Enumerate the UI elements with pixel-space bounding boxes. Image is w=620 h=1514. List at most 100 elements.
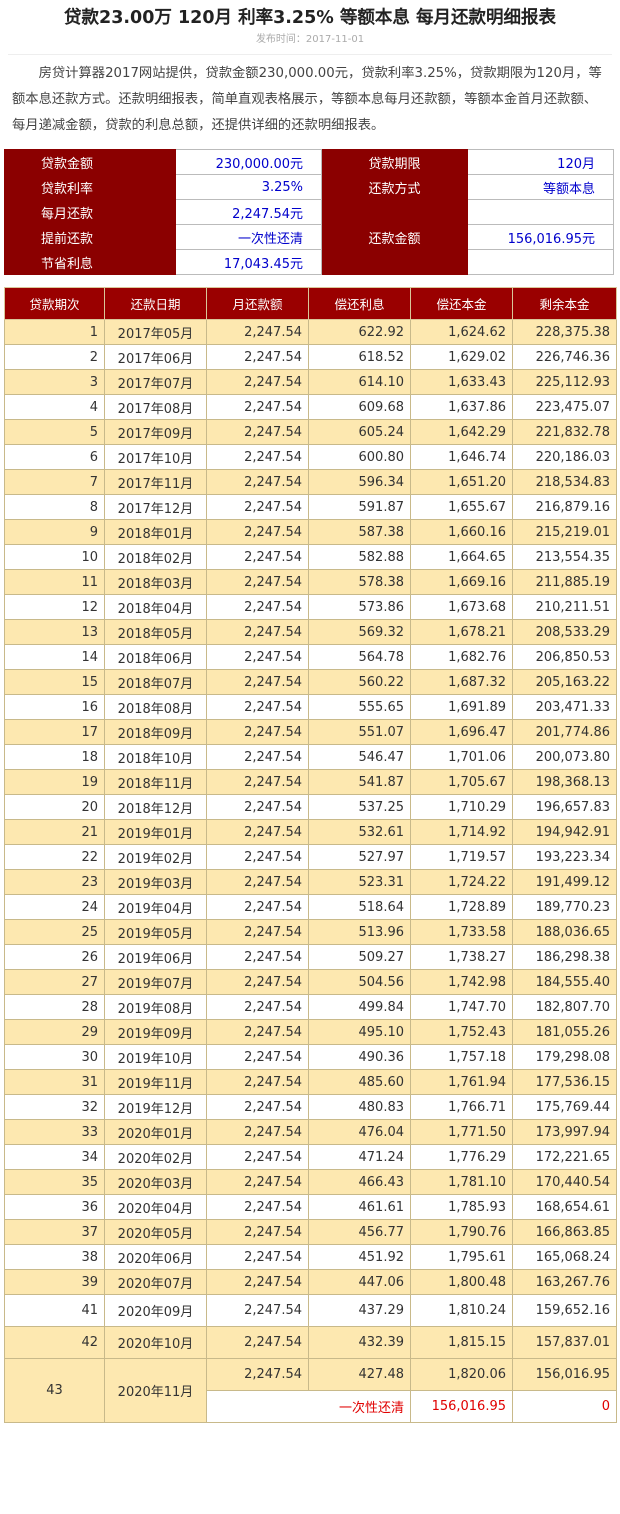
cell-date: 2020年04月	[104, 1194, 207, 1220]
cell-payment: 2,247.54	[206, 1244, 309, 1270]
table-row: 5 2017年09月 2,247.54 605.24 1,642.29 221,832.7…	[4, 419, 617, 445]
cell-remaining: 216,879.16	[512, 494, 617, 520]
cell-date: 2018年05月	[104, 619, 207, 645]
table-row: 36 2020年04月 2,247.54 461.61 1,785.93 168,654.…	[4, 1194, 617, 1220]
cell-interest: 523.31	[308, 869, 411, 895]
cell-principal: 1,795.61	[410, 1244, 513, 1270]
cell-interest: 596.34	[308, 469, 411, 495]
cell-remaining: 157,837.01	[512, 1326, 617, 1359]
blank-value-cell	[467, 199, 614, 225]
cell-remaining: 198,368.13	[512, 769, 617, 795]
cell-payment: 2,247.54	[206, 669, 309, 695]
cell-interest: 532.61	[308, 819, 411, 845]
summary-row: 贷款利率 3.25% 还款方式 等额本息	[4, 174, 614, 200]
cell-date: 2019年04月	[104, 894, 207, 920]
table-row: 38 2020年06月 2,247.54 451.92 1,795.61 165,068.…	[4, 1244, 617, 1270]
monthly-label: 每月还款	[4, 199, 176, 225]
summary-row: 贷款金额 230,000.00元 贷款期限 120月	[4, 149, 614, 175]
cell-principal: 1,624.62	[410, 319, 513, 345]
table-row: 32 2019年12月 2,247.54 480.83 1,766.71 175,769.…	[4, 1094, 617, 1120]
cell-principal: 1,701.06	[410, 744, 513, 770]
final-principal-cell: 1,820.06	[410, 1358, 513, 1391]
cell-payment: 2,247.54	[206, 994, 309, 1020]
cell-payment: 2,247.54	[206, 844, 309, 870]
cell-period: 7	[4, 469, 105, 495]
cell-date: 2019年11月	[104, 1069, 207, 1095]
cell-interest: 480.83	[308, 1094, 411, 1120]
cell-date: 2017年05月	[104, 319, 207, 345]
cell-period: 36	[4, 1194, 105, 1220]
publish-date: 发布时间：2017-11-01	[8, 32, 612, 55]
cell-remaining: 210,211.51	[512, 594, 617, 620]
term-label: 贷款期限	[321, 149, 468, 175]
cell-period: 23	[4, 869, 105, 895]
cell-interest: 504.56	[308, 969, 411, 995]
final-remaining-cell: 156,016.95	[512, 1358, 617, 1391]
cell-payment: 2,247.54	[206, 769, 309, 795]
cell-date: 2018年04月	[104, 594, 207, 620]
loan-summary-table: 贷款金额 230,000.00元 贷款期限 120月 贷款利率 3.25% 还款…	[4, 149, 614, 275]
cell-interest: 569.32	[308, 619, 411, 645]
cell-remaining: 196,657.83	[512, 794, 617, 820]
table-row: 9 2018年01月 2,247.54 587.38 1,660.16 215,219.0…	[4, 519, 617, 545]
cell-remaining: 191,499.12	[512, 869, 617, 895]
cell-interest: 432.39	[308, 1326, 411, 1359]
cell-interest: 509.27	[308, 944, 411, 970]
cell-interest: 609.68	[308, 394, 411, 420]
cell-period: 8	[4, 494, 105, 520]
cell-payment: 2,247.54	[206, 719, 309, 745]
cell-period: 30	[4, 1044, 105, 1070]
table-row: 12 2018年04月 2,247.54 573.86 1,673.68 210,211.…	[4, 594, 617, 620]
cell-principal: 1,682.76	[410, 644, 513, 670]
cell-date: 2019年01月	[104, 819, 207, 845]
table-row: 7 2017年11月 2,247.54 596.34 1,651.20 218,534.8…	[4, 469, 617, 495]
cell-principal: 1,691.89	[410, 694, 513, 720]
cell-remaining: 208,533.29	[512, 619, 617, 645]
cell-principal: 1,810.24	[410, 1294, 513, 1327]
cell-remaining: 226,746.36	[512, 344, 617, 370]
header-payment: 月还款额	[206, 287, 309, 320]
cell-interest: 578.38	[308, 569, 411, 595]
cell-date: 2018年12月	[104, 794, 207, 820]
cell-payment: 2,247.54	[206, 444, 309, 470]
cell-payment: 2,247.54	[206, 644, 309, 670]
cell-period: 3	[4, 369, 105, 395]
cell-payment: 2,247.54	[206, 1069, 309, 1095]
cell-principal: 1,776.29	[410, 1144, 513, 1170]
cell-date: 2019年10月	[104, 1044, 207, 1070]
cell-period: 39	[4, 1269, 105, 1295]
cell-remaining: 201,774.86	[512, 719, 617, 745]
cell-payment: 2,247.54	[206, 344, 309, 370]
cell-payment: 2,247.54	[206, 1144, 309, 1170]
prepay-amount-cell: 156,016.95	[410, 1390, 513, 1423]
cell-interest: 461.61	[308, 1194, 411, 1220]
cell-payment: 2,247.54	[206, 1119, 309, 1145]
cell-period: 16	[4, 694, 105, 720]
cell-period: 29	[4, 1019, 105, 1045]
cell-interest: 499.84	[308, 994, 411, 1020]
cell-principal: 1,655.67	[410, 494, 513, 520]
cell-date: 2018年11月	[104, 769, 207, 795]
cell-period: 18	[4, 744, 105, 770]
cell-interest: 600.80	[308, 444, 411, 470]
cell-principal: 1,790.76	[410, 1219, 513, 1245]
cell-date: 2020年09月	[104, 1294, 207, 1327]
cell-interest: 560.22	[308, 669, 411, 695]
cell-payment: 2,247.54	[206, 1294, 309, 1327]
cell-date: 2018年07月	[104, 669, 207, 695]
header-period: 贷款期次	[4, 287, 105, 320]
cell-payment: 2,247.54	[206, 919, 309, 945]
table-row: 20 2018年12月 2,247.54 537.25 1,710.29 196,657.…	[4, 794, 617, 820]
cell-interest: 605.24	[308, 419, 411, 445]
cell-remaining: 170,440.54	[512, 1169, 617, 1195]
cell-date: 2019年08月	[104, 994, 207, 1020]
table-row: 8 2017年12月 2,247.54 591.87 1,655.67 216,879.1…	[4, 494, 617, 520]
cell-date: 2020年07月	[104, 1269, 207, 1295]
cell-date: 2018年10月	[104, 744, 207, 770]
cell-interest: 476.04	[308, 1119, 411, 1145]
cell-principal: 1,714.92	[410, 819, 513, 845]
cell-payment: 2,247.54	[206, 744, 309, 770]
table-row: 2 2017年06月 2,247.54 618.52 1,629.02 226,746.3…	[4, 344, 617, 370]
cell-principal: 1,766.71	[410, 1094, 513, 1120]
method-value: 等额本息	[467, 174, 614, 200]
